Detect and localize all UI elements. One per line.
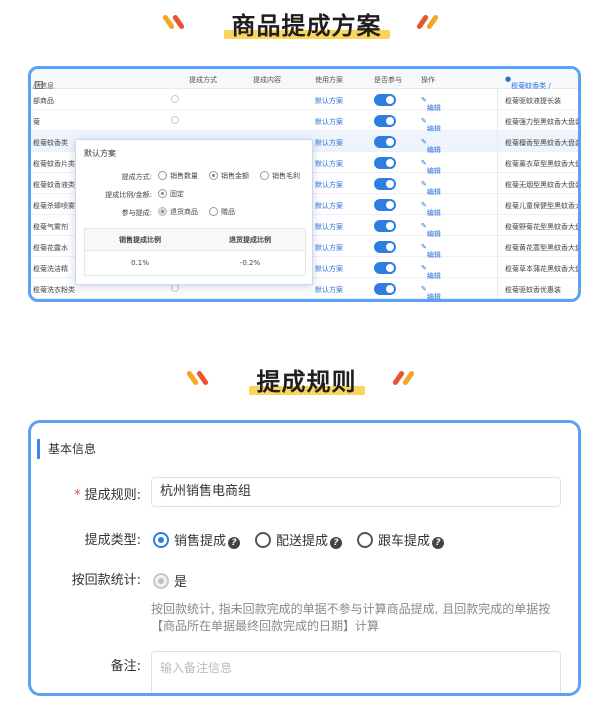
header-method: 提成方式 [189,76,217,84]
rule-name-input[interactable]: 杭州销售电商组 [151,477,561,507]
participate-toggle[interactable] [374,157,396,169]
edit-button[interactable]: ✎ 编辑 [421,96,441,112]
help-icon: ? [228,537,241,549]
rule-label: * 提成规则: [74,488,141,503]
stat-label: 按回款统计: [71,573,141,588]
popup-title: 默认方案 [84,149,116,158]
participate-toggle[interactable] [374,178,396,190]
radio-icon[interactable] [171,116,179,124]
popup-participate-row: 参与提成: 退货商品 赠品 [121,207,235,217]
section-title-commission-rule: 提成规则 [0,362,613,397]
participate-option-returns[interactable]: 退货商品 [158,207,198,217]
participate-toggle[interactable] [374,241,396,253]
participate-option-gift[interactable]: 赠品 [209,207,235,217]
participate-toggle[interactable] [374,220,396,232]
commission-rule-form-card: 基本信息 * 提成规则: 杭州销售电商组 提成类型: 销售提成? 配送提成? 跟车… [28,420,581,696]
stat-option-yes[interactable]: 是 [153,571,187,590]
popup-ratio-row: 提成比例/金额: 固定 [105,189,184,199]
header-action: 操作 [421,76,435,84]
table-header: 品信息 + 提成方式 提成内容 使用方案 是否参与 操作 ● 榄菊蚊香类 / [31,69,578,90]
type-option-sales[interactable]: 销售提成? [153,530,241,549]
edit-button[interactable]: ✎ 编辑 [421,180,441,196]
table-row[interactable]: 部商品 默认方案 ✎ 编辑 榄菊驱蚊液提长装 [31,89,578,112]
method-option-quantity[interactable]: 销售数量 [158,171,198,181]
popup-method-row: 提成方式: 销售数量 销售金额 销售毛利 [121,171,300,181]
edit-button[interactable]: ✎ 编辑 [421,117,441,133]
radio-icon [255,532,271,548]
edit-button[interactable]: ✎ 编辑 [421,264,441,280]
section-title-text: 商品提成方案 [231,12,382,40]
participate-toggle[interactable] [374,136,396,148]
ratio-option-fixed[interactable]: 固定 [158,189,184,199]
edit-button[interactable]: ✎ 编辑 [421,201,441,217]
type-label: 提成类型: [84,533,141,548]
edit-button[interactable]: ✎ 编辑 [421,138,441,154]
popup-ratio-table: 销售提成比例 退货提成比例 0.1% -0.2% [84,228,306,276]
stat-hint-text: 按回款统计, 指未回款完成的单据不参与计算商品提成, 且回款完成的单据按【商品所… [151,602,551,633]
default-plan-popup: 默认方案 提成方式: 销售数量 销售金额 销售毛利 提成比例/金额: 固定 参与… [75,139,313,285]
radio-icon[interactable] [171,95,179,103]
method-option-amount[interactable]: 销售金额 [209,171,249,181]
edit-button[interactable]: ✎ 编辑 [421,159,441,175]
header-plan: 使用方案 [315,76,343,84]
table-row[interactable]: 菊 默认方案 ✎ 编辑 榄菊强力型黑蚊香大盘装 [31,110,578,133]
section-title-commission-plan: 商品提成方案 [0,6,613,41]
header-category[interactable]: ● 榄菊蚊香类 / [505,75,551,90]
remark-textarea[interactable]: 输入备注信息 [151,651,561,693]
edit-button[interactable]: ✎ 编辑 [421,285,441,299]
participate-toggle[interactable] [374,199,396,211]
header-content: 提成内容 [253,76,281,84]
edit-button[interactable]: ✎ 编辑 [421,222,441,238]
help-icon: ? [432,537,445,549]
participate-toggle[interactable] [374,115,396,127]
section-title-text: 提成规则 [256,368,357,396]
participate-toggle[interactable] [374,94,396,106]
radio-icon [357,532,373,548]
product-commission-table-card: 品信息 + 提成方式 提成内容 使用方案 是否参与 操作 ● 榄菊蚊香类 / 部商… [28,66,581,302]
participate-toggle[interactable] [374,283,396,295]
add-icon[interactable]: + [35,81,43,89]
help-icon: ? [330,537,343,549]
method-option-profit[interactable]: 销售毛利 [260,171,300,181]
participate-toggle[interactable] [374,262,396,274]
radio-disabled-icon [153,573,169,589]
type-option-vehicle[interactable]: 跟车提成? [357,530,445,549]
radio-checked-icon [153,532,169,548]
remark-label: 备注: [110,659,141,674]
header-participate: 是否参与 [374,76,402,84]
edit-button[interactable]: ✎ 编辑 [421,243,441,259]
radio-icon[interactable] [171,284,179,292]
basic-info-heading: 基本信息 [37,439,96,459]
type-option-delivery[interactable]: 配送提成? [255,530,343,549]
